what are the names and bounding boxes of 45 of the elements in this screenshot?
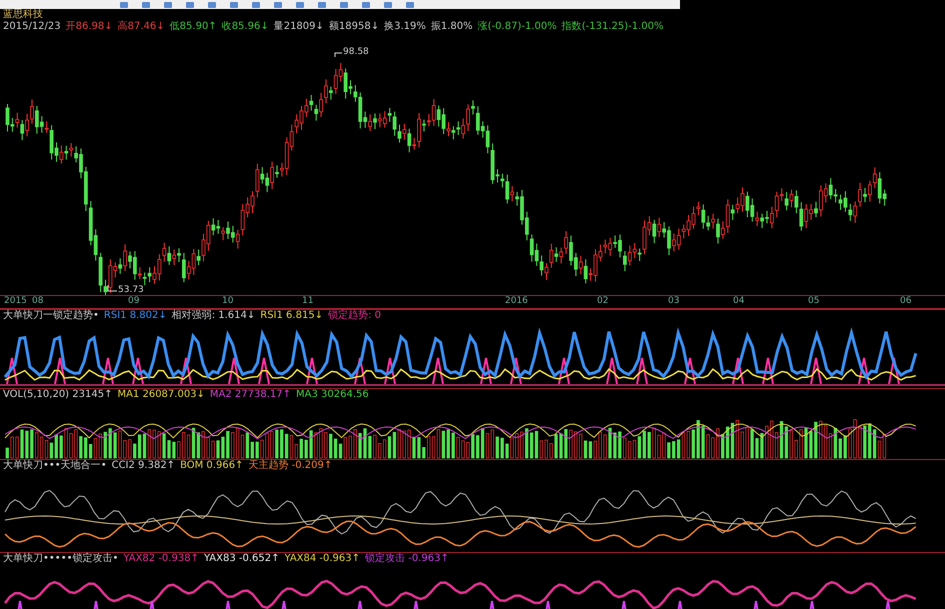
- indicator-label: BOM 0.966↑: [180, 460, 244, 472]
- indicator-label: VOL(5,10,20) 23145↑: [3, 389, 112, 401]
- indicator-label: 大单快刀一锁定趋势•: [3, 310, 99, 322]
- indicator-label: RSI1 6.815↓: [260, 310, 324, 322]
- indicator-label: 锁定攻击 -0.963↑: [365, 553, 449, 565]
- indicator-label: MA2 27738.17↑: [210, 389, 292, 401]
- date-label: 11: [302, 296, 314, 307]
- indicator-label: YAX82 -0.938↑: [123, 553, 199, 565]
- indicator-label: 相对强弱: 1.614↓: [172, 310, 256, 322]
- low-price-label: 53.73: [118, 285, 144, 295]
- indicator-label: 大单快刀•••••锁定攻击•: [3, 553, 118, 565]
- date-label: 2015: [4, 296, 27, 307]
- quote-field: 涨(-0.87)-1.00%: [478, 21, 557, 33]
- date-label: 03: [668, 296, 680, 307]
- quote-field: 高87.46↓: [118, 21, 165, 33]
- stock-name: 蓝思科技: [2, 9, 43, 21]
- indicator-label: YAX83 -0.652↑: [204, 553, 280, 565]
- date-label: 06: [900, 296, 912, 307]
- indicator-label: 天主趋势 -0.209↑: [248, 460, 332, 472]
- quote-field: 收85.96↓: [222, 21, 269, 33]
- quote-field: 2015/12/23: [3, 21, 61, 33]
- date-label: 04: [733, 296, 744, 307]
- high-price-label: 98.58: [343, 47, 369, 57]
- date-label: 10: [222, 296, 234, 307]
- indicator-label: RSI1 8.802↓: [104, 310, 167, 322]
- quote-field: 开86.98↓: [66, 21, 113, 33]
- date-label: 09: [128, 296, 140, 307]
- indicator-label: 锁定趋势: 0: [328, 310, 381, 322]
- indicator-label: 大单快刀•••天地合一•: [3, 460, 107, 472]
- indicator-label: CCI2 9.382↑: [112, 460, 176, 472]
- date-label: 02: [597, 296, 608, 307]
- indicator-label: MA3 30264.56: [296, 389, 369, 401]
- date-label: 05: [808, 296, 820, 307]
- indicator-label: MA1 26087.003↓: [117, 389, 205, 401]
- quote-field: 低85.90↑: [170, 21, 217, 33]
- quote-field: 换3.19%: [384, 21, 426, 33]
- leader-line: [108, 284, 118, 292]
- indicator-label: YAX84 -0.963↑: [284, 553, 360, 565]
- quote-field: 指数(-131.25)-1.00%: [562, 21, 664, 33]
- quote-field: 额18958↓: [328, 21, 380, 33]
- quote-field: 量21809↓: [274, 21, 324, 33]
- leader-line: [334, 52, 342, 58]
- quote-field: 振1.80%: [430, 21, 473, 33]
- date-label: 2016: [505, 296, 528, 307]
- date-label: 08: [32, 296, 44, 307]
